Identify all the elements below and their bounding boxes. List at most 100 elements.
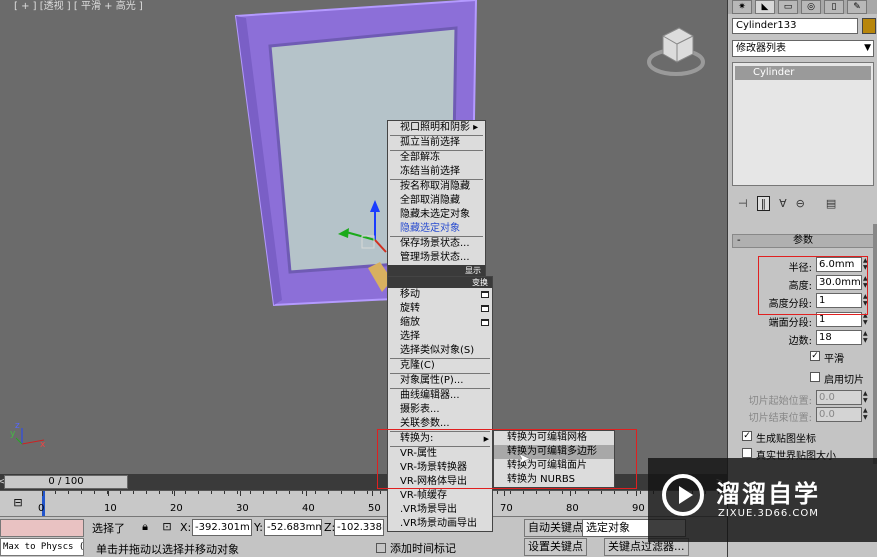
- set-key-button[interactable]: 设置关键点: [524, 538, 587, 556]
- transform-menu-item[interactable]: 克隆(C): [388, 359, 492, 373]
- transform-menu-item[interactable]: VR-场景转换器: [388, 461, 492, 475]
- convert-menu-item[interactable]: 转换为 NURBS: [494, 473, 614, 487]
- motion-tab-icon[interactable]: ◎: [801, 0, 821, 14]
- ruler-tick: [372, 491, 373, 496]
- slice-to-field[interactable]: 0.0: [816, 407, 862, 422]
- perspective-viewport[interactable]: x y z [ + ] [透视 ] [ 平滑 + 高光 ]: [0, 0, 727, 474]
- param-slice-to: 切片结束位置: 0.0 ▲ ▼: [732, 407, 874, 424]
- height-field[interactable]: 30.0mm: [816, 275, 862, 290]
- command-panel-scrollbar[interactable]: [873, 224, 877, 464]
- modifier-stack[interactable]: Cylinder: [732, 62, 874, 186]
- transform-menu-item[interactable]: 转换为:: [388, 432, 492, 446]
- slice-from-field[interactable]: 0.0: [816, 390, 862, 405]
- hierarchy-tab-icon[interactable]: ▭: [778, 0, 798, 14]
- display-menu-item[interactable]: 全部取消隐藏: [388, 194, 485, 208]
- spinner-icon[interactable]: ▲ ▼: [863, 312, 871, 327]
- z-coordinate-field[interactable]: -102.338m: [334, 519, 384, 536]
- make-unique-icon[interactable]: ∀: [779, 197, 787, 210]
- height-segments-field[interactable]: 1: [816, 293, 862, 308]
- time-slider[interactable]: < 0 / 100 >: [0, 474, 727, 490]
- modifier-list-dropdown[interactable]: 修改器列表 ▼: [732, 40, 874, 57]
- spinner-icon[interactable]: ▲ ▼: [863, 330, 871, 345]
- convert-menu-item[interactable]: 转换为可编辑网格: [494, 431, 614, 445]
- remove-modifier-icon[interactable]: ⊖: [796, 197, 805, 210]
- menu-item-label: 隐藏选定对象: [400, 223, 460, 234]
- absolute-mode-icon[interactable]: ⊡: [160, 520, 174, 534]
- transform-menu-item[interactable]: 选择类似对象(S): [388, 344, 492, 358]
- param-height-segments: 高度分段: 1 ▲ ▼: [732, 293, 874, 310]
- sides-field[interactable]: 18: [816, 330, 862, 345]
- stack-item-cylinder[interactable]: Cylinder: [735, 66, 871, 80]
- transform-menu-item[interactable]: VR-帧缓存: [388, 489, 492, 503]
- quad-header: 变换: [388, 277, 492, 288]
- show-end-result-icon[interactable]: ‖: [756, 195, 771, 211]
- spinner-icon[interactable]: ▲ ▼: [863, 293, 871, 308]
- parameters-rollout-header[interactable]: - 参数: [732, 234, 874, 248]
- options-box-icon[interactable]: [481, 319, 489, 326]
- param-label: 半径:: [788, 263, 812, 274]
- display-menu-item[interactable]: 保存场景状态...: [388, 237, 485, 251]
- y-coordinate-field[interactable]: -52.683mm: [264, 519, 322, 536]
- display-tab-icon[interactable]: ▯: [824, 0, 844, 14]
- convert-menu-item[interactable]: 转换为可编辑面片: [494, 459, 614, 473]
- spinner-icon[interactable]: ▲ ▼: [863, 257, 871, 272]
- time-slider-thumb[interactable]: 0 / 100: [4, 475, 128, 489]
- auto-key-button[interactable]: 自动关键点: [524, 519, 587, 537]
- time-tag-icon: [376, 543, 386, 553]
- smooth-checkbox[interactable]: ✓: [810, 351, 820, 361]
- gen-map-checkbox[interactable]: ✓: [742, 431, 752, 441]
- maxscript-listener-top[interactable]: [0, 519, 84, 537]
- transform-menu-item[interactable]: 曲线编辑器...: [388, 389, 492, 403]
- spinner-icon[interactable]: ▲ ▼: [863, 390, 871, 405]
- transform-menu-item[interactable]: .VR场景导出: [388, 503, 492, 517]
- ruler-minor-tick: [211, 491, 212, 494]
- options-box-icon[interactable]: [481, 291, 489, 298]
- display-menu-item[interactable]: 全部解冻: [388, 151, 485, 165]
- real-world-checkbox[interactable]: [742, 448, 752, 458]
- mini-curve-editor-icon[interactable]: ⊟: [6, 495, 30, 511]
- viewcube-icon[interactable]: [645, 18, 707, 80]
- spinner-icon[interactable]: ▲ ▼: [863, 275, 871, 290]
- cap-segments-field[interactable]: 1: [816, 312, 862, 327]
- transform-menu-item[interactable]: 关联参数...: [388, 417, 492, 431]
- transform-menu-item[interactable]: VR-属性: [388, 447, 492, 461]
- transform-menu-item[interactable]: VR-网格体导出: [388, 475, 492, 489]
- transform-menu-item[interactable]: 选择: [388, 330, 492, 344]
- transform-menu-item[interactable]: 缩放: [388, 316, 492, 330]
- display-menu-item[interactable]: 孤立当前选择: [388, 136, 485, 150]
- pin-stack-icon[interactable]: ⊣: [738, 197, 748, 210]
- transform-menu-item[interactable]: 对象属性(P)...: [388, 374, 492, 388]
- display-menu-item[interactable]: 冻结当前选择: [388, 165, 485, 179]
- add-time-tag[interactable]: 添加时间标记: [376, 540, 456, 556]
- display-menu-item[interactable]: 管理场景状态...: [388, 251, 485, 265]
- utilities-tab-icon[interactable]: ✎: [847, 0, 867, 14]
- display-menu-item[interactable]: 隐藏选定对象: [388, 222, 485, 236]
- options-box-icon[interactable]: [481, 305, 489, 312]
- create-tab-icon[interactable]: ✷: [732, 0, 752, 14]
- viewport-label[interactable]: [ + ] [透视 ] [ 平滑 + 高光 ]: [14, 0, 143, 12]
- display-menu-item[interactable]: 按名称取消隐藏: [388, 180, 485, 194]
- transform-menu-item[interactable]: 旋转: [388, 302, 492, 316]
- transform-menu-item[interactable]: .VR场景动画导出: [388, 517, 492, 531]
- configure-sets-icon[interactable]: ▤: [826, 197, 836, 210]
- slice-on-checkbox[interactable]: [810, 372, 820, 382]
- menu-item-label: 对象属性(P)...: [400, 375, 464, 386]
- spinner-icon[interactable]: ▲ ▼: [863, 407, 871, 422]
- convert-menu-item[interactable]: 转换为可编辑多边形: [494, 445, 614, 459]
- collapse-icon: -: [737, 235, 741, 246]
- ruler-minor-tick: [523, 491, 524, 494]
- x-coordinate-field[interactable]: -392.301m: [192, 519, 252, 536]
- radius-field[interactable]: 6.0mm: [816, 257, 862, 272]
- transform-menu-item[interactable]: 摄影表...: [388, 403, 492, 417]
- transform-menu-item[interactable]: 移动: [388, 288, 492, 302]
- modify-tab-icon[interactable]: ◣: [755, 0, 775, 14]
- display-menu-item[interactable]: 视口照明和阴影 ▸: [388, 121, 485, 135]
- menu-item-label: .VR场景动画导出: [400, 518, 477, 529]
- ruler-minor-tick: [198, 491, 199, 494]
- display-menu-item[interactable]: 隐藏未选定对象: [388, 208, 485, 222]
- object-name-field[interactable]: Cylinder133: [732, 18, 858, 34]
- maxscript-listener-bottom[interactable]: Max to Physcs (: [0, 538, 84, 556]
- lock-icon[interactable]: 🔒︎: [138, 520, 152, 534]
- object-color-swatch[interactable]: [862, 18, 876, 34]
- track-bar[interactable]: ⊟ 0102030405060708090: [0, 490, 727, 517]
